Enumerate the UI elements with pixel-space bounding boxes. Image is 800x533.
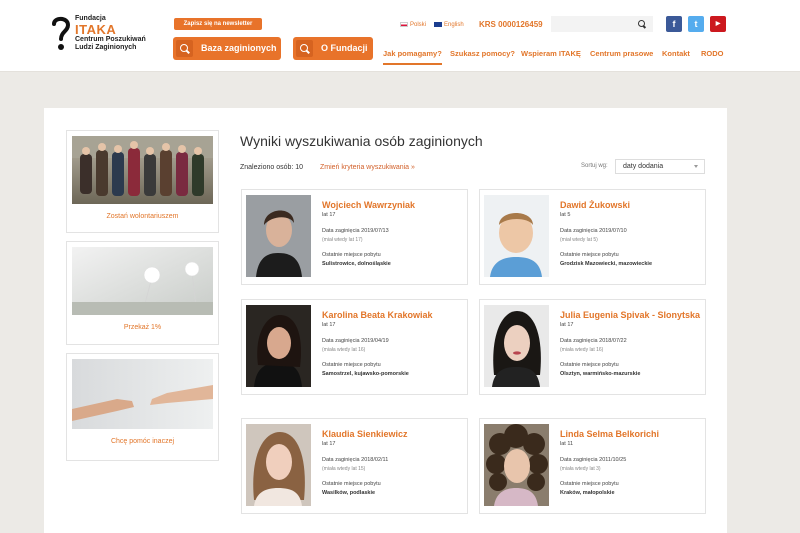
person-name[interactable]: Dawid Żukowski [560,200,702,210]
search-icon [176,40,193,57]
missing-database-button[interactable]: Baza zaginionych [173,37,281,60]
age-then: (miał wtedy lat 5) [560,237,598,243]
krs-number: KRS 0000126459 [479,20,543,29]
missing-date: Data zaginięcia 2019/07/10 [560,228,627,234]
person-name[interactable]: Klaudia Sienkiewicz [322,429,464,439]
last-place: Sulistrowice, dolnośląskie [322,261,391,267]
last-place-label: Ostatnie miejsce pobytu [560,481,619,487]
age-then: (miała wtedy lat 15) [322,466,366,472]
missing-date: Data zaginięcia 2019/04/19 [322,338,389,344]
volunteers-photo [72,136,213,204]
missing-database-label: Baza zaginionych [201,43,277,53]
person-photo [246,424,311,506]
nav-szukasz-pomocy[interactable]: Szukasz pomocy? [450,49,515,58]
newsletter-button[interactable]: Zapisz się na newsletter [174,18,262,30]
missing-date: Data zaginięcia 2018/07/22 [560,338,627,344]
last-place: Kraków, małopolskie [560,490,615,496]
person-age: lat 5 [560,212,571,218]
nav-rodo[interactable]: RODO [701,49,724,58]
search-icon[interactable] [631,16,653,32]
found-label: Znaleziono osób: [240,164,294,171]
last-place: Olsztyn, warmińsko-mazurskie [560,371,641,377]
person-photo [484,424,549,506]
person-age: lat 17 [322,212,336,218]
itaka-logo[interactable]: Fundacja ITAKA Centrum Poszukiwań Ludzi … [50,14,160,58]
person-age: lat 17 [560,322,574,328]
reaching-hands-photo [72,359,213,429]
person-age: lat 17 [322,322,336,328]
donate-caption: Przekaż 1% [123,324,162,331]
last-place-label: Ostatnie miejsce pobytu [322,362,381,368]
help-other-card[interactable]: Chcę pomóc inaczej [66,353,219,461]
uk-flag-icon [434,22,442,27]
volunteer-caption: Zostań wolontariuszem [106,213,179,220]
lang-english[interactable]: English [434,22,464,28]
person-card[interactable]: Julia Eugenia Spivak - Slonytska lat 17 … [479,299,706,395]
help-other-caption: Chcę pomóc inaczej [110,438,175,445]
age-then: (miała wtedy lat 16) [560,347,604,353]
twitter-icon[interactable]: t [688,16,704,32]
site-header: Fundacja ITAKA Centrum Poszukiwań Ludzi … [0,0,800,72]
last-place: Samostrzel, kujawsko-pomorskie [322,371,409,377]
missing-date: Data zaginięcia 2011/10/25 [560,457,627,463]
lang-polski[interactable]: Polski [400,22,426,28]
person-name[interactable]: Karolina Beata Krakowiak [322,310,464,320]
logo-line-4: Ludzi Zaginionych [75,44,137,51]
about-foundation-label: O Fundacji [321,43,368,53]
person-card[interactable]: Wojciech Wawrzyniak lat 17 Data zaginięc… [241,189,468,285]
age-then: (miała wtedy lat 16) [322,347,366,353]
found-number: 10 [295,164,304,171]
missing-date: Data zaginięcia 2018/02/11 [322,457,389,463]
page-title: Wyniki wyszukiwania osób zaginionych [240,133,483,149]
person-photo [484,305,549,387]
search-icon [296,40,313,57]
poland-flag-icon [400,22,408,27]
person-card[interactable]: Dawid Żukowski lat 5 Data zaginięcia 201… [479,189,706,285]
facebook-icon[interactable]: f [666,16,682,32]
last-place-label: Ostatnie miejsce pobytu [322,252,381,258]
youtube-icon[interactable]: ▶ [710,16,726,32]
nav-kontakt[interactable]: Kontakt [662,49,690,58]
last-place-label: Ostatnie miejsce pobytu [560,362,619,368]
person-card[interactable]: Karolina Beata Krakowiak lat 17 Data zag… [241,299,468,395]
donate-card[interactable]: Przekaż 1% [66,241,219,345]
sort-label: Sortuj wg: [581,163,608,169]
missing-date: Data zaginięcia 2019/07/13 [322,228,389,234]
about-foundation-button[interactable]: O Fundacji [293,37,373,60]
person-card[interactable]: Linda Selma Belkorichi lat 11 Data zagin… [479,418,706,514]
found-count: Znaleziono osób: 10 [240,164,303,171]
sort-select[interactable]: daty dodania [615,159,705,174]
volunteer-card[interactable]: Zostań wolontariuszem [66,130,219,233]
person-age: lat 17 [322,441,336,447]
last-place: Wasilków, podlaskie [322,490,376,496]
person-photo [246,305,311,387]
person-name[interactable]: Linda Selma Belkorichi [560,429,702,439]
last-place: Grodzisk Mazowiecki, mazowieckie [560,261,653,267]
question-mark-logo-icon [52,16,71,50]
person-age: lat 11 [560,441,574,447]
last-place-label: Ostatnie miejsce pobytu [560,252,619,258]
person-name[interactable]: Wojciech Wawrzyniak [322,200,464,210]
person-photo [246,195,311,277]
main-content: Zostań wolontariuszem Przekaż 1% Chcę po… [44,108,727,533]
person-card[interactable]: Klaudia Sienkiewicz lat 17 Data zaginięc… [241,418,468,514]
dandelion-photo [72,247,213,315]
last-place-label: Ostatnie miejsce pobytu [322,481,381,487]
nav-centrum-prasowe[interactable]: Centrum prasowe [590,49,653,58]
change-criteria-link[interactable]: Zmień kryteria wyszukiwania » [320,164,415,171]
age-then: (miał wtedy lat 17) [322,237,363,243]
logo-line-3: Centrum Poszukiwań [75,36,146,43]
logo-line-2: ITAKA [75,22,117,37]
person-name[interactable]: Julia Eugenia Spivak - Slonytska [560,310,702,320]
nav-wspieram-itake[interactable]: Wspieram ITAKĘ [521,49,581,58]
person-photo [484,195,549,277]
search-input[interactable] [551,16,631,32]
nav-jak-pomagamy[interactable]: Jak pomagamy? [383,49,442,65]
age-then: (miała wtedy lat 3) [560,466,601,472]
